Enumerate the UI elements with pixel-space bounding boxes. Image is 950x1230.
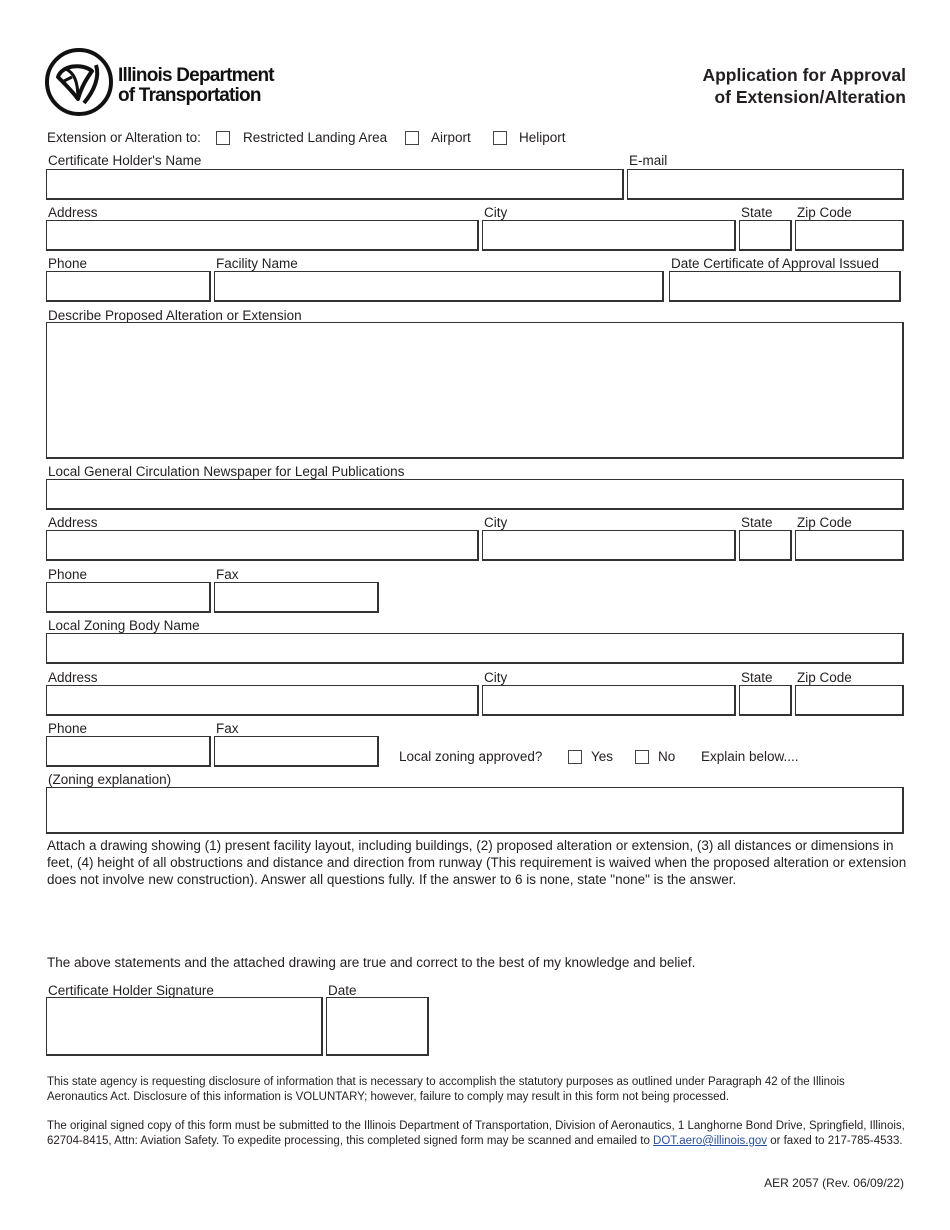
zoning-zip-code-field[interactable]: [795, 685, 904, 716]
newspaper-field[interactable]: [46, 479, 904, 510]
zoning-approved-yes-label: Yes: [591, 749, 614, 764]
heliport-label: Heliport: [519, 130, 566, 145]
date-certificate-issued-field[interactable]: [669, 271, 901, 302]
date-certificate-issued-label: Date Certificate of Approval Issued: [671, 256, 879, 271]
zoning-phone-field[interactable]: [46, 736, 211, 767]
state-field[interactable]: [739, 220, 792, 251]
zoning-address-label: Address: [48, 670, 98, 685]
address-label: Address: [48, 205, 98, 220]
restricted-landing-area-checkbox[interactable]: [216, 131, 230, 145]
drawing-instructions: Attach a drawing showing (1) present fac…: [47, 838, 907, 887]
newspaper-fax-field[interactable]: [214, 582, 379, 613]
extension-type-label: Extension or Alteration to:: [47, 130, 201, 145]
zoning-explanation-textarea[interactable]: [46, 787, 904, 834]
heliport-checkbox[interactable]: [493, 131, 507, 145]
zoning-city-field[interactable]: [482, 685, 736, 716]
zoning-phone-label: Phone: [48, 721, 88, 736]
zoning-state-label: State: [741, 670, 773, 685]
city-label: City: [484, 205, 508, 220]
certificate-holder-name-field[interactable]: [46, 169, 624, 200]
city-field[interactable]: [482, 220, 736, 251]
state-label: State: [741, 205, 773, 220]
zoning-approved-no-label: No: [658, 749, 676, 764]
email-label: E-mail: [629, 153, 668, 168]
agency-name: Illinois Department of Transportation: [118, 65, 275, 106]
disclosure-notice: This state agency is requesting disclosu…: [47, 1076, 845, 1103]
idot-triskelion-logo-icon: [45, 48, 113, 116]
newspaper-city-field[interactable]: [482, 530, 736, 561]
restricted-landing-area-label: Restricted Landing Area: [243, 130, 388, 145]
zoning-zip-code-label: Zip Code: [797, 670, 852, 685]
zip-code-field[interactable]: [795, 220, 904, 251]
phone-field[interactable]: [46, 271, 211, 302]
newspaper-state-field[interactable]: [739, 530, 792, 561]
form-title-line2: of Extension/Alteration: [714, 87, 906, 107]
zoning-approved-no-checkbox[interactable]: [635, 750, 649, 764]
newspaper-address-label: Address: [48, 515, 98, 530]
form-title: Application for Approval of Extension/Al…: [702, 64, 906, 108]
airport-label: Airport: [431, 130, 471, 145]
zoning-approved-question: Local zoning approved?: [399, 749, 543, 764]
zoning-fax-field[interactable]: [214, 736, 379, 767]
zoning-approved-yes-checkbox[interactable]: [568, 750, 582, 764]
form-code: AER 2057 (Rev. 06/09/22): [764, 1176, 904, 1190]
zoning-city-label: City: [484, 670, 508, 685]
zip-code-label: Zip Code: [797, 205, 852, 220]
attestation-statement: The above statements and the attached dr…: [47, 955, 696, 970]
newspaper-phone-label: Phone: [48, 567, 88, 582]
newspaper-address-field[interactable]: [46, 530, 479, 561]
submission-instructions: The original signed copy of this form mu…: [47, 1119, 907, 1149]
signature-field[interactable]: [46, 997, 323, 1056]
newspaper-city-label: City: [484, 515, 508, 530]
signature-date-field[interactable]: [326, 997, 429, 1056]
address-field[interactable]: [46, 220, 479, 251]
zoning-body-label: Local Zoning Body Name: [48, 618, 200, 633]
agency-name-line1: Illinois Department: [118, 65, 275, 86]
zoning-state-field[interactable]: [739, 685, 792, 716]
form-title-line1: Application for Approval: [702, 65, 906, 85]
phone-label: Phone: [48, 256, 88, 271]
idot-logo: [44, 47, 114, 117]
newspaper-state-label: State: [741, 515, 773, 530]
zoning-address-field[interactable]: [46, 685, 479, 716]
zoning-body-field[interactable]: [46, 633, 904, 664]
fax-text: or faxed to 217-785-4533.: [767, 1135, 903, 1147]
agency-name-line2: of Transportation: [118, 85, 261, 106]
zoning-explanation-label: (Zoning explanation): [48, 772, 172, 787]
email-field[interactable]: [627, 169, 904, 200]
certificate-holder-name-label: Certificate Holder's Name: [48, 153, 202, 168]
newspaper-zip-code-label: Zip Code: [797, 515, 852, 530]
description-textarea[interactable]: [46, 322, 904, 459]
newspaper-zip-code-field[interactable]: [795, 530, 904, 561]
facility-name-label: Facility Name: [216, 256, 298, 271]
newspaper-phone-field[interactable]: [46, 582, 211, 613]
email-link[interactable]: DOT.aero@illinois.gov: [653, 1135, 767, 1147]
zoning-fax-label: Fax: [216, 721, 239, 736]
airport-checkbox[interactable]: [405, 131, 419, 145]
facility-name-field[interactable]: [214, 271, 664, 302]
newspaper-fax-label: Fax: [216, 567, 239, 582]
explain-below-hint: Explain below....: [701, 749, 799, 764]
newspaper-label: Local General Circulation Newspaper for …: [48, 464, 405, 479]
